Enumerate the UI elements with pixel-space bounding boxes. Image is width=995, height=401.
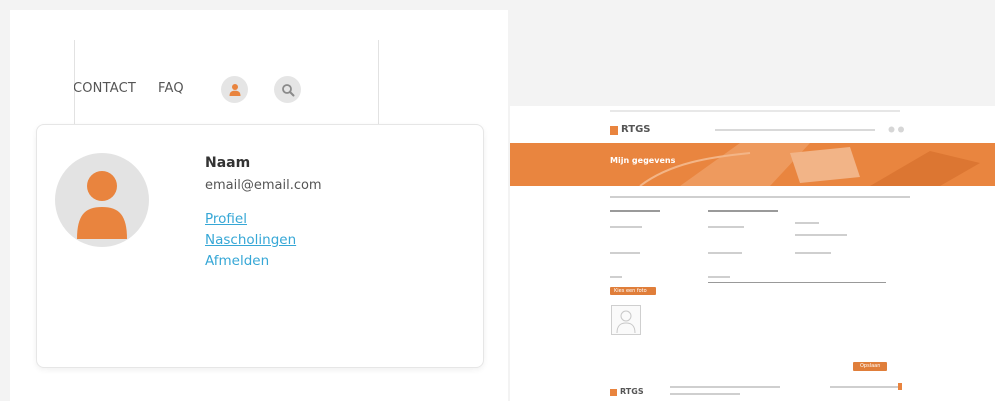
thumb-label xyxy=(708,276,730,278)
thumb-label xyxy=(795,252,831,254)
thumb-label xyxy=(610,226,642,228)
menu-link-afmelden[interactable]: Afmelden xyxy=(205,253,322,269)
thumb-upload-button-label: Kies een foto xyxy=(614,288,647,294)
thumb-input-line xyxy=(708,282,886,283)
thumb-footer-logo-icon xyxy=(610,389,617,396)
thumb-label xyxy=(610,276,622,278)
account-name: Naam xyxy=(205,155,251,171)
avatar-user-icon xyxy=(77,171,127,239)
thumb-label xyxy=(708,252,742,254)
profile-page-thumbnail: RTGS Mijn gegevens Kies een foto Opslaan… xyxy=(510,106,995,401)
thumb-tab-row xyxy=(610,196,910,198)
thumb-photo-placeholder-icon xyxy=(616,310,636,334)
thumb-logo-icon xyxy=(610,126,618,135)
thumb-label xyxy=(795,234,847,236)
thumb-section-label-2 xyxy=(708,210,778,212)
thumb-top-bar-right xyxy=(830,110,900,112)
thumb-profile-photo-placeholder xyxy=(611,305,641,335)
search-icon-button[interactable] xyxy=(274,76,301,103)
thumb-nav-icons xyxy=(888,126,904,133)
thumb-label xyxy=(795,222,819,224)
thumb-footer-links xyxy=(830,386,900,388)
thumb-footer-accent xyxy=(898,383,902,390)
thumb-footer-text xyxy=(670,393,740,395)
thumb-banner: Mijn gegevens xyxy=(510,143,995,186)
avatar xyxy=(55,153,149,247)
thumb-upload-button[interactable]: Kies een foto xyxy=(610,287,656,295)
account-dropdown-card: Naam email@email.com Profiel Nascholinge… xyxy=(36,124,484,368)
nav-contact-link[interactable]: CONTACT xyxy=(74,81,136,96)
thumb-label xyxy=(610,252,640,254)
search-icon xyxy=(281,83,294,96)
user-icon-button[interactable] xyxy=(221,76,248,103)
header-dropdown-panel: CONTACT FAQ Naam email@email.com Profiel… xyxy=(10,10,508,401)
account-info: Naam email@email.com Profiel Nascholinge… xyxy=(205,155,322,269)
menu-link-profiel[interactable]: Profiel xyxy=(205,211,322,227)
thumb-save-button-label: Opslaan xyxy=(860,363,881,369)
thumb-footer-logo-text: RTGS xyxy=(620,387,644,396)
menu-link-nascholingen[interactable]: Nascholingen xyxy=(205,232,322,248)
thumb-nav-links xyxy=(715,129,875,131)
thumb-section-label xyxy=(610,210,660,212)
account-email: email@email.com xyxy=(205,178,322,193)
nav-faq-link[interactable]: FAQ xyxy=(158,81,184,96)
thumb-save-button[interactable]: Opslaan xyxy=(853,362,887,371)
thumb-footer-text xyxy=(670,386,780,388)
thumb-banner-title: Mijn gegevens xyxy=(610,156,676,165)
user-icon xyxy=(229,83,240,96)
thumb-logo-text: RTGS xyxy=(621,124,651,135)
screenshot-stage: CONTACT FAQ Naam email@email.com Profiel… xyxy=(0,0,995,401)
thumb-banner-decoration xyxy=(639,143,980,186)
thumb-label xyxy=(708,226,744,228)
